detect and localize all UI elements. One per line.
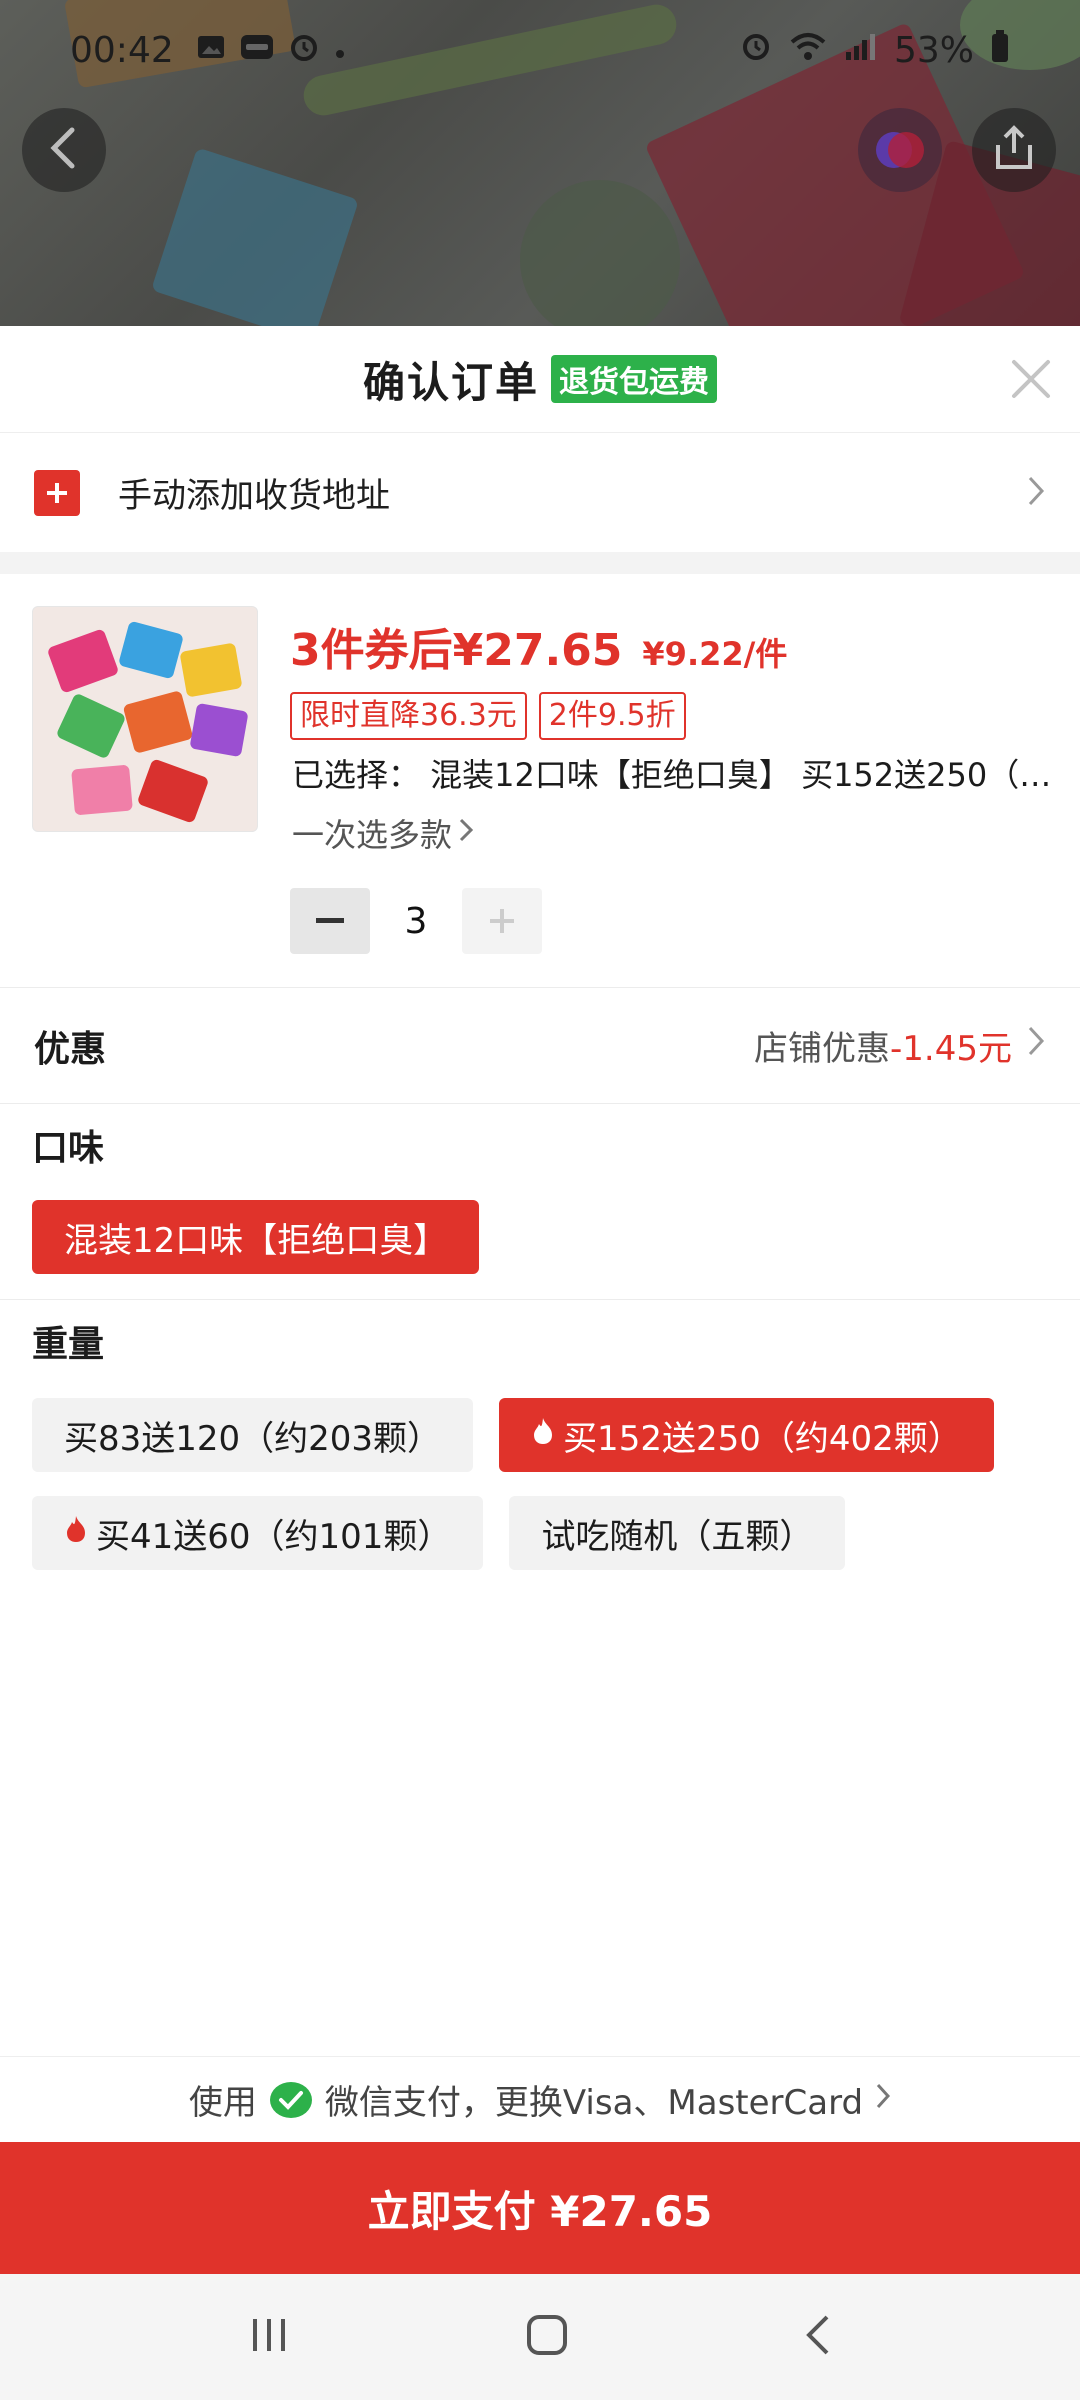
- page-title: 确认订单: [362, 357, 539, 407]
- flavor-option[interactable]: 混装12口味【拒绝口臭】: [32, 1200, 480, 1274]
- order-confirm-sheet: 确认订单 退货包运费 手动添加收货地址 3件券后¥27.65 ¥9.22/件 限…: [0, 326, 1080, 2274]
- fire-icon: [64, 1513, 88, 1553]
- section-divider: [0, 552, 1080, 574]
- battery-percent: 53%: [893, 29, 974, 71]
- recent-apps-button[interactable]: [247, 2315, 291, 2359]
- flavor-section: 口味 混装12口味【拒绝口臭】: [0, 1104, 1080, 1300]
- pay-now-button[interactable]: 立即支付 ¥27.65: [0, 2142, 1080, 2274]
- alarm-icon: [288, 31, 320, 70]
- discount-amount: -1.45元: [890, 1029, 1012, 1069]
- wifi-icon: [788, 30, 828, 71]
- discount-prefix: 店铺优惠: [754, 1029, 891, 1069]
- decrease-button[interactable]: [290, 888, 370, 954]
- sheet-header: 确认订单 退货包运费: [0, 326, 1080, 432]
- status-bar: 00:42 53%: [0, 0, 1080, 100]
- discount-value: 店铺优惠 -1.45元: [754, 1021, 1046, 1070]
- quantity-value[interactable]: 3: [370, 901, 462, 942]
- discount-row[interactable]: 优惠 店铺优惠 -1.45元: [0, 988, 1080, 1104]
- quantity-stepper: 3: [290, 888, 542, 954]
- product-summary: 3件券后¥27.65 ¥9.22/件 限时直降36.3元 2件9.5折 已选择：…: [0, 574, 1080, 988]
- coupon-price: 3件券后¥27.65: [290, 625, 623, 676]
- status-time: 00:42: [70, 29, 174, 71]
- add-address-label: 手动添加收货地址: [118, 476, 390, 516]
- increase-button[interactable]: [462, 888, 542, 954]
- free-return-badge: 退货包运费: [551, 355, 717, 403]
- price-line: 3件券后¥27.65 ¥9.22/件: [290, 614, 787, 678]
- shop-logo[interactable]: [858, 108, 942, 192]
- battery-icon: [990, 29, 1010, 72]
- payment-method-row[interactable]: 使用 微信支付，更换Visa、MasterCard: [0, 2056, 1080, 2142]
- dot-icon: [334, 34, 346, 67]
- multi-select-link[interactable]: 一次选多款: [292, 810, 474, 856]
- chevron-right-icon: [1026, 474, 1046, 512]
- gallery-icon: [196, 33, 226, 68]
- selected-variant-text: 已选择： 混装12口味【拒绝口臭】 买152送250（…: [292, 756, 1052, 794]
- discount-label: 优惠: [34, 1028, 107, 1070]
- chevron-left-icon: [46, 126, 82, 174]
- chevron-right-icon: [875, 2080, 891, 2120]
- product-thumbnail[interactable]: [32, 606, 258, 832]
- signal-icon: [844, 30, 878, 71]
- system-nav-bar: [0, 2274, 1080, 2400]
- payment-method-label: 微信支付，更换Visa、MasterCard: [324, 2083, 864, 2123]
- weight-option[interactable]: 买41送60（约101颗）: [32, 1496, 484, 1570]
- home-button[interactable]: [525, 2313, 569, 2361]
- chevron-right-icon: [458, 814, 474, 852]
- add-address-row[interactable]: 手动添加收货地址: [0, 432, 1080, 552]
- promo-tag: 限时直降36.3元: [290, 692, 527, 740]
- chevron-right-icon: [1026, 1024, 1046, 1067]
- flavor-label: 口味: [32, 1128, 105, 1169]
- weight-label: 重量: [32, 1324, 105, 1365]
- alarm-icon: [740, 30, 772, 71]
- weight-option-label: 买41送60（约101颗）: [96, 1516, 452, 1557]
- weight-option[interactable]: 买152送250（约402颗）: [499, 1398, 994, 1472]
- promo-tags: 限时直降36.3元 2件9.5折: [290, 692, 686, 740]
- plus-icon: [34, 469, 80, 516]
- weight-section: 重量 买83送120（约203颗） 买152送250（约402颗） 买41送60…: [0, 1300, 1080, 1570]
- back-button[interactable]: [22, 108, 106, 192]
- weight-option-label: 买83送120（约203颗）: [64, 1418, 442, 1459]
- close-icon[interactable]: [1008, 356, 1054, 402]
- zalo-icon: [240, 33, 274, 68]
- multi-select-label: 一次选多款: [292, 816, 453, 854]
- promo-tag: 2件9.5折: [538, 692, 686, 740]
- weight-option-label: 试吃随机（五颗）: [541, 1516, 814, 1557]
- weight-option[interactable]: 试吃随机（五颗）: [509, 1496, 846, 1570]
- weight-option-label: 买152送250（约402颗）: [563, 1418, 962, 1459]
- share-button[interactable]: [972, 108, 1056, 192]
- payment-prefix: 使用: [188, 2083, 257, 2123]
- share-icon: [992, 125, 1036, 175]
- fire-icon: [531, 1415, 555, 1455]
- back-nav-button[interactable]: [803, 2313, 833, 2361]
- unit-price: ¥9.22/件: [642, 635, 788, 673]
- wechat-pay-icon: [269, 2080, 313, 2120]
- weight-option[interactable]: 买83送120（约203颗）: [32, 1398, 474, 1472]
